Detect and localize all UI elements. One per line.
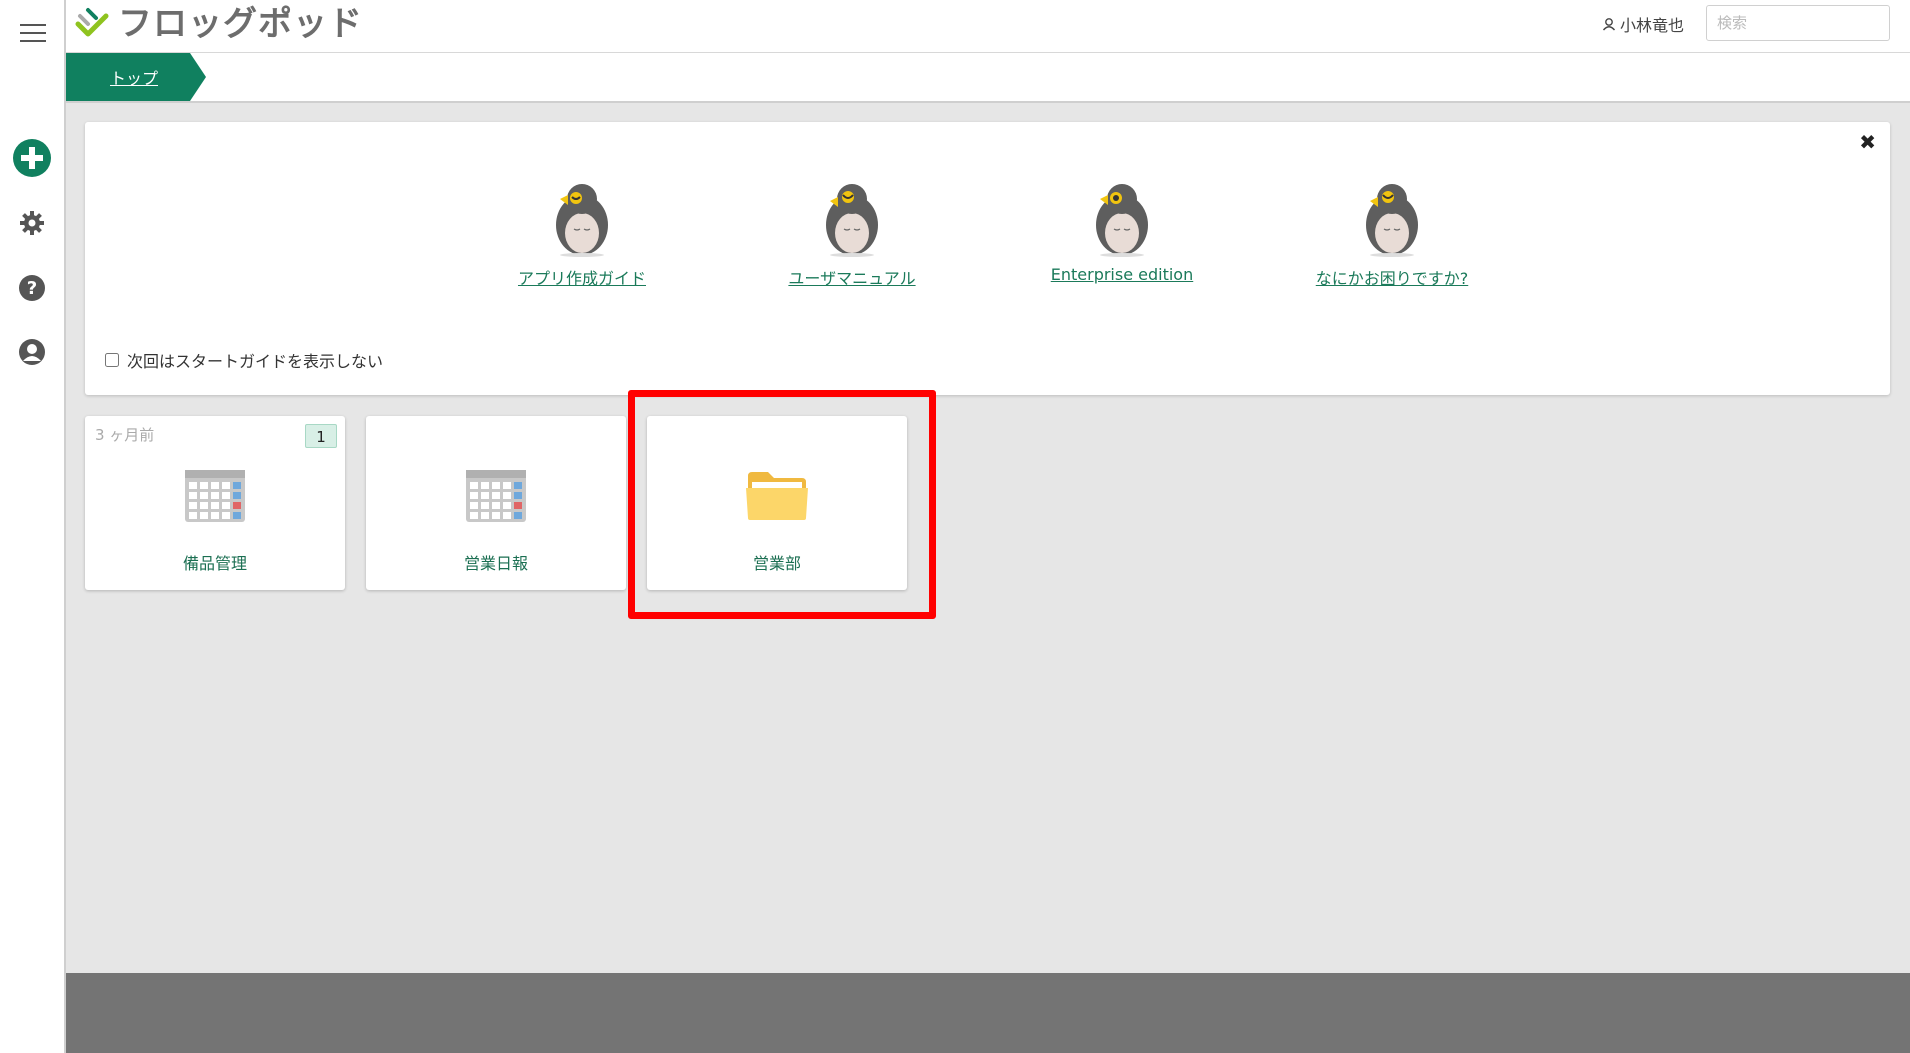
tile-badge: 1 <box>305 424 337 448</box>
hide-guide-label: 次回はスタートガイドを表示しない <box>127 352 384 371</box>
calendar-app-icon <box>185 470 245 522</box>
close-icon[interactable]: ✖ <box>1859 130 1876 154</box>
gear-icon[interactable] <box>0 210 64 236</box>
guide-item-help[interactable]: なにかお困りですか? <box>1282 177 1502 289</box>
guide-link-enterprise[interactable]: Enterprise edition <box>1012 265 1232 284</box>
logo[interactable]: フロッグポッド <box>74 4 363 44</box>
guide-item-user-manual[interactable]: ユーザマニュアル <box>742 177 962 289</box>
folder-icon <box>746 472 808 520</box>
user-icon <box>1602 18 1616 31</box>
start-guide-panel: ✖ アプリ作成ガイド ユーザマニュアル Enterprise edition な… <box>85 122 1890 395</box>
menu-icon[interactable] <box>20 24 46 48</box>
hide-guide-checkbox[interactable] <box>105 353 119 367</box>
owl-mascot-icon <box>556 184 608 257</box>
guide-link-app-guide[interactable]: アプリ作成ガイド <box>472 265 692 289</box>
help-icon[interactable]: ? <box>0 274 64 302</box>
tile-label: 営業日報 <box>463 554 528 573</box>
tile-time-ago: 3 ヶ月前 <box>95 426 155 444</box>
guide-link-user-manual[interactable]: ユーザマニュアル <box>742 265 962 289</box>
breadcrumb: トップ <box>66 53 1910 103</box>
footer-band <box>66 973 1910 1053</box>
logo-text: フロッグポッド <box>118 4 363 44</box>
side-rail: ? <box>0 0 66 1053</box>
tile-label: 営業部 <box>752 554 801 573</box>
app-tile-equipment[interactable]: 3 ヶ月前 1 備品管理 <box>85 416 345 590</box>
owl-mascot-icon <box>1096 184 1148 257</box>
add-icon[interactable] <box>0 138 64 178</box>
app-tile-sales-report[interactable]: 営業日報 <box>366 416 626 590</box>
breadcrumb-top[interactable]: トップ <box>66 53 206 101</box>
calendar-app-icon <box>466 470 526 522</box>
breadcrumb-label[interactable]: トップ <box>110 65 158 89</box>
tile-label: 備品管理 <box>182 554 247 573</box>
guide-item-enterprise[interactable]: Enterprise edition <box>1012 177 1232 284</box>
guide-link-help[interactable]: なにかお困りですか? <box>1282 265 1502 289</box>
guide-item-app-guide[interactable]: アプリ作成ガイド <box>472 177 692 289</box>
owl-mascot-icon <box>1366 184 1418 257</box>
hide-guide-checkbox-row[interactable]: 次回はスタートガイドを表示しない <box>105 348 383 372</box>
frog-logo-icon <box>75 8 109 37</box>
app-tile-sales-dept[interactable]: 営業部 <box>647 416 907 590</box>
owl-mascot-icon <box>826 184 878 257</box>
user-menu[interactable]: 小林竜也 <box>1602 12 1684 36</box>
search-input[interactable] <box>1706 5 1890 41</box>
account-icon[interactable] <box>0 338 64 366</box>
user-name: 小林竜也 <box>1619 16 1684 35</box>
svg-text:?: ? <box>27 278 37 299</box>
top-header: フロッグポッド 小林竜也 <box>66 0 1910 53</box>
